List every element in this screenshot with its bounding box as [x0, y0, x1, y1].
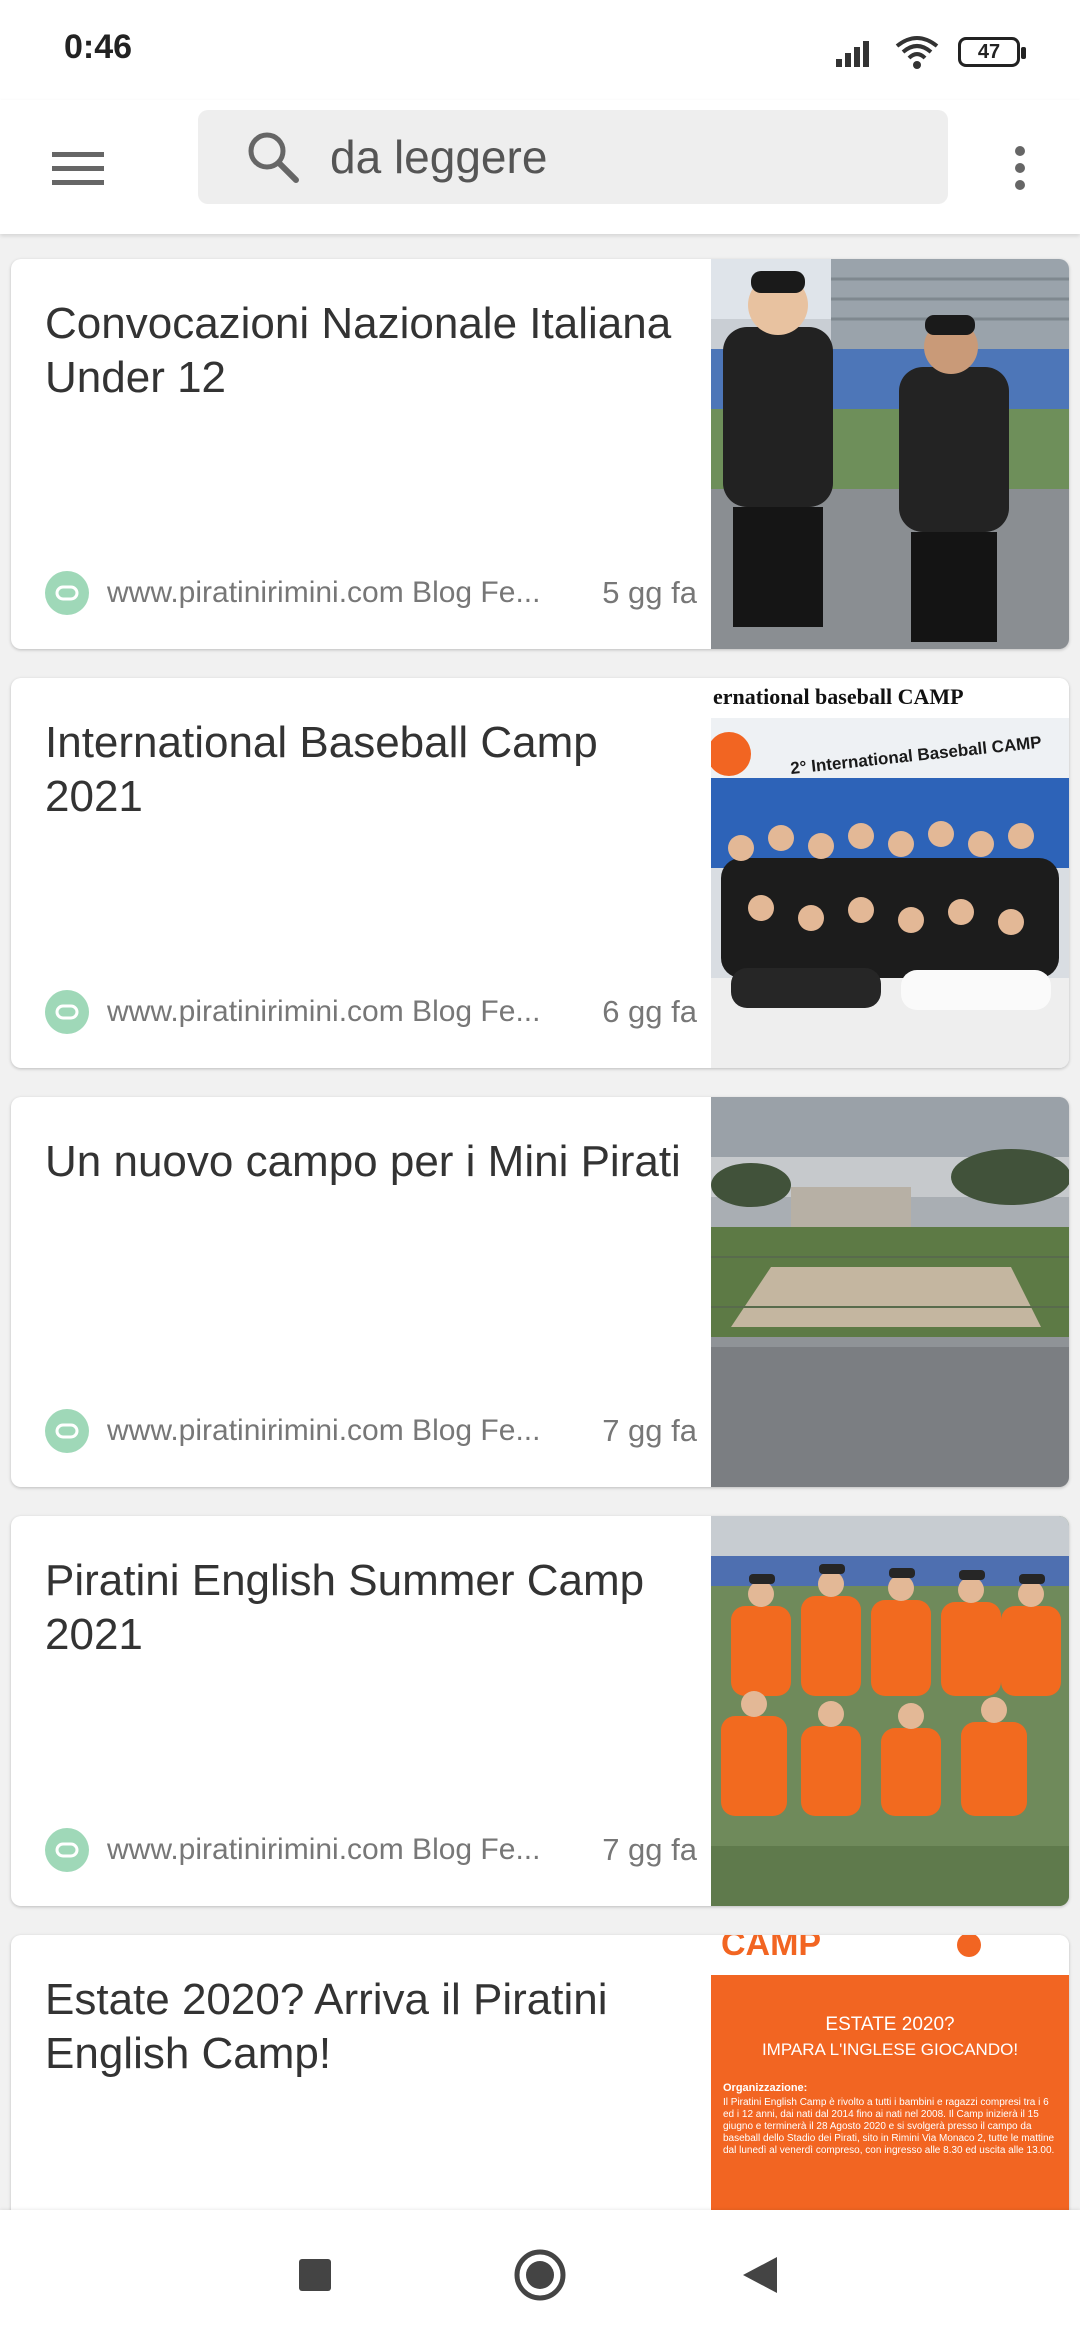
- article-meta: www.piratinirimini.com Blog Fe... 7 gg f…: [45, 1409, 697, 1453]
- tag-icon: [45, 571, 89, 615]
- wifi-icon: [895, 36, 939, 69]
- navigation-bar: [0, 2210, 1080, 2340]
- article-title: Piratini English Summer Camp 2021: [45, 1556, 645, 1659]
- article-age: 6 gg fa: [602, 994, 697, 1029]
- article-card[interactable]: International Baseball Camp 2021 www.pir…: [11, 678, 1069, 1068]
- article-thumbnail: ernational baseball CAMP 2° Internationa…: [711, 678, 1069, 1068]
- article-card[interactable]: Un nuovo campo per i Mini Pirati www.pir…: [11, 1097, 1069, 1487]
- search-icon: [248, 132, 299, 183]
- tag-icon: [45, 1828, 89, 1872]
- signal-icon: [836, 41, 869, 67]
- home-button[interactable]: [505, 2240, 575, 2310]
- status-icons: 47: [834, 30, 1026, 74]
- article-source: www.piratinirimini.com Blog Fe...: [107, 995, 541, 1028]
- hamburger-icon: [52, 152, 104, 185]
- article-meta: www.piratinirimini.com Blog Fe... 7 gg f…: [45, 1828, 697, 1872]
- article-title: Un nuovo campo per i Mini Pirati: [45, 1137, 681, 1186]
- more-options-button[interactable]: [982, 130, 1058, 206]
- square-icon: [299, 2259, 331, 2291]
- article-thumbnail: CAMP ESTATE 2020? IMPARA L'INGLESE GIOCA…: [711, 1935, 1069, 2210]
- article-age: 7 gg fa: [602, 1832, 697, 1867]
- article-meta: www.piratinirimini.com Blog Fe... 6 gg f…: [45, 990, 697, 1034]
- article-feed[interactable]: Convocazioni Nazionale Italiana Under 12…: [0, 234, 1080, 2210]
- article-source: www.piratinirimini.com Blog Fe...: [107, 1833, 541, 1866]
- search-bar[interactable]: da leggere: [198, 110, 948, 204]
- article-card[interactable]: Estate 2020? Arriva il Piratini English …: [11, 1935, 1069, 2210]
- status-time: 0:46: [64, 28, 133, 66]
- thumb-logo-text: CAMP: [721, 1935, 821, 1963]
- status-bar: 0:46 47: [0, 0, 1080, 100]
- battery-indicator: 47: [958, 37, 1026, 67]
- article-title: Estate 2020? Arriva il Piratini English …: [45, 1975, 608, 2078]
- article-age: 7 gg fa: [602, 1413, 697, 1448]
- battery-level: 47: [977, 40, 1001, 63]
- article-thumbnail: [711, 1097, 1069, 1487]
- app-bar: da leggere: [0, 100, 1080, 234]
- article-thumbnail: [711, 1516, 1069, 1906]
- article-title: International Baseball Camp 2021: [45, 718, 598, 821]
- article-age: 5 gg fa: [602, 575, 697, 610]
- article-source: www.piratinirimini.com Blog Fe...: [107, 1414, 541, 1447]
- thumb-headline-1: ESTATE 2020?: [825, 2014, 954, 2035]
- more-vert-icon: [1015, 146, 1025, 190]
- circle-icon: [514, 2249, 566, 2301]
- article-thumbnail: [711, 259, 1069, 649]
- recents-button[interactable]: [280, 2240, 350, 2310]
- thumb-body-text: Il Piratini English Camp è rivolto a tut…: [723, 2097, 1055, 2156]
- thumb-top-caption: ernational baseball CAMP: [713, 684, 964, 709]
- triangle-back-icon: [743, 2257, 777, 2293]
- thumb-org-label: Organizzazione:: [723, 2082, 807, 2094]
- search-query: da leggere: [330, 131, 548, 183]
- back-button[interactable]: [725, 2240, 795, 2310]
- article-source: www.piratinirimini.com Blog Fe...: [107, 576, 541, 609]
- tag-icon: [45, 990, 89, 1034]
- article-meta: www.piratinirimini.com Blog Fe... 5 gg f…: [45, 571, 697, 615]
- menu-button[interactable]: [40, 130, 116, 206]
- article-title: Convocazioni Nazionale Italiana Under 12: [45, 299, 672, 402]
- article-card[interactable]: Convocazioni Nazionale Italiana Under 12…: [11, 259, 1069, 649]
- thumb-headline-2: IMPARA L'INGLESE GIOCANDO!: [762, 2040, 1018, 2059]
- tag-icon: [45, 1409, 89, 1453]
- article-card[interactable]: Piratini English Summer Camp 2021 www.pi…: [11, 1516, 1069, 1906]
